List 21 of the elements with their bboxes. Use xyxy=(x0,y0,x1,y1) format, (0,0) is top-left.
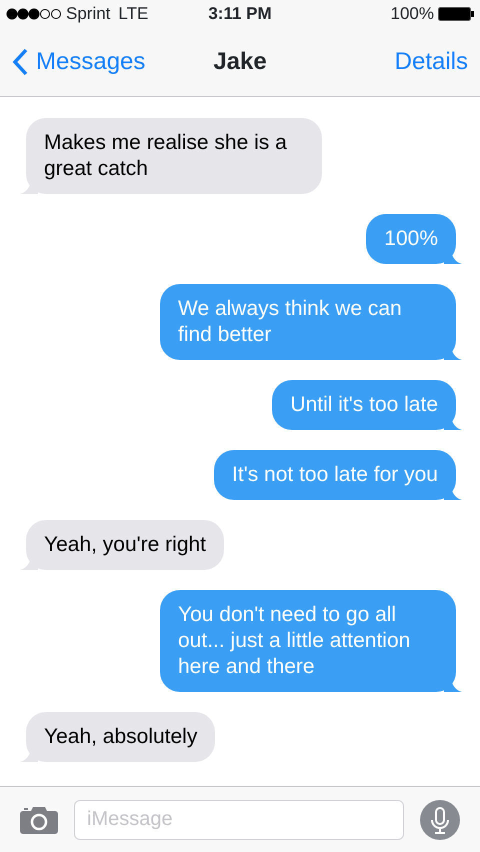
sent-message: 100% xyxy=(366,214,456,264)
chevron-icon xyxy=(12,48,28,76)
battery-percent: 100% xyxy=(390,3,434,26)
signal-icon xyxy=(6,8,62,20)
network-type: LTE xyxy=(118,3,148,26)
battery-icon xyxy=(438,7,474,21)
sent-message: It's not too late for you xyxy=(214,450,456,500)
contact-name: Jake xyxy=(213,47,267,77)
microphone-icon[interactable] xyxy=(420,800,460,840)
sent-message: Until it's too late xyxy=(272,380,456,430)
message-input[interactable]: iMessage xyxy=(74,800,404,840)
sent-message: We always think we can find better xyxy=(160,284,456,360)
carrier-name: Sprint xyxy=(66,3,110,26)
sent-message: You don't need to go all out... just a little attention here and there xyxy=(160,590,456,692)
received-message: Yeah, absolutely xyxy=(26,712,216,762)
received-message: Yeah, you're right xyxy=(26,520,224,570)
details-link[interactable]: Details xyxy=(394,44,468,80)
clock: 3:11 PM xyxy=(208,3,272,26)
camera-icon[interactable] xyxy=(20,806,58,834)
back-link[interactable]: Messages xyxy=(12,44,214,80)
received-message: Makes me realise she is a great catch xyxy=(26,118,322,194)
